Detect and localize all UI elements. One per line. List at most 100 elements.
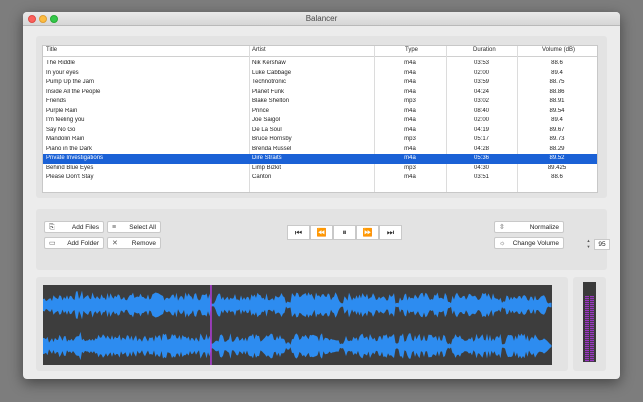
cell-volume: 88.6 [551, 174, 563, 180]
add-files-icon: ⎘ [49, 224, 55, 231]
select-all-label: Select All [129, 224, 156, 231]
meter-segment [590, 300, 594, 302]
column-header-volume[interactable]: Volume (dB) [542, 47, 575, 53]
skip-to-end-icon: ⏭ [386, 228, 395, 237]
cell-type: mp3 [404, 98, 416, 104]
cell-artist: Brenda Russel [252, 145, 292, 152]
cell-artist: Canton [252, 174, 272, 180]
table-row[interactable]: Say No Go De La Soul m4a 04:19 89.67 [43, 126, 597, 136]
meter-segment [590, 298, 594, 300]
change-volume-button[interactable]: ☼ Change Volume [494, 237, 564, 249]
column-header-duration[interactable]: Duration [473, 47, 496, 53]
cell-duration: 04:28 [473, 145, 489, 152]
normalize-icon: ⇳ [499, 224, 505, 231]
cell-type: mp3 [404, 164, 416, 171]
cell-type: m4a [404, 117, 416, 123]
table-row[interactable]: I'm feeling you Joe Saigol m4a 02:00 89.4 [43, 116, 597, 126]
table-row[interactable]: The Riddle Nik Kershaw m4a 03:53 88.6 [43, 59, 597, 69]
meter-segment [590, 332, 594, 334]
meter-segment [585, 304, 589, 306]
cell-duration: 02:00 [473, 117, 489, 123]
cell-title: The Riddle [46, 60, 76, 66]
table-row[interactable]: Piano in the Dark Brenda Russel m4a 04:28 88… [43, 145, 597, 155]
table-row[interactable]: Please Don't Stay Canton m4a 03:51 88.6 [43, 173, 597, 183]
table-row[interactable]: In your eyes Luke Cabbage m4a 02:00 89.4 [43, 69, 597, 79]
cell-title: Private Investigations [46, 155, 104, 161]
table-row[interactable]: Pump Up the Jam Technotronic m4a 03:59 88.75 [43, 78, 597, 88]
cell-type: m4a [404, 69, 416, 76]
pause-button[interactable]: ⏸ [333, 225, 356, 240]
sun-icon: ☼ [499, 240, 506, 247]
normalize-button[interactable]: ⇳ Normalize [494, 221, 564, 233]
skip-to-end-button[interactable]: ⏭ [379, 225, 402, 240]
cell-artist: Dire Straits [252, 155, 282, 161]
add-folder-button[interactable]: ▭ Add Folder [44, 237, 104, 249]
meter-segment [590, 322, 594, 324]
cell-title: Behind Blue Eyes [46, 164, 94, 171]
meter-segment [585, 320, 589, 322]
cell-volume: 88.75 [549, 79, 565, 85]
cell-type: m4a [404, 88, 416, 95]
window-title: Balancer [305, 14, 338, 23]
meter-segment [590, 356, 594, 358]
select-all-button[interactable]: ≡ Select All [107, 221, 161, 233]
meter-segment [590, 314, 594, 316]
cell-duration: 02:00 [473, 69, 489, 76]
cell-duration: 05:36 [473, 155, 489, 161]
level-meter-panel [573, 277, 606, 371]
volume-value-field[interactable]: 95 [594, 239, 610, 250]
column-header-artist[interactable]: Artist [252, 47, 266, 53]
table-header: Title Artist Type Duration Volume (dB) [43, 46, 597, 57]
meter-segment [585, 310, 589, 312]
title-bar: Balancer [23, 12, 620, 26]
fast-forward-button[interactable]: ⏩ [356, 225, 379, 240]
add-files-button[interactable]: ⎘ Add Files [44, 221, 104, 233]
add-folder-label: Add Folder [67, 240, 99, 247]
skip-to-start-button[interactable]: ⏮ [287, 225, 310, 240]
cell-title: Purple Rain [46, 107, 78, 114]
meter-segment [585, 350, 589, 352]
meter-segment [585, 326, 589, 328]
meter-segment [585, 344, 589, 346]
meter-segment [590, 350, 594, 352]
table-row[interactable]: Friends Blake Shelton mp3 03:02 88.91 [43, 97, 597, 107]
remove-button[interactable]: ✕ Remove [107, 237, 161, 249]
normalize-label: Normalize [529, 224, 559, 231]
meter-segment [585, 346, 589, 348]
cell-title: Friends [46, 98, 67, 104]
cell-artist: Nik Kershaw [252, 60, 286, 66]
cell-duration: 03:53 [473, 60, 489, 66]
cell-duration: 08:40 [473, 107, 489, 114]
meter-segment [590, 306, 594, 308]
meter-segment [585, 352, 589, 354]
meter-segment [590, 320, 594, 322]
table-row[interactable]: Mandolin Rain Bruce Hornsby mp3 05:17 89.73 [43, 135, 597, 145]
rewind-button[interactable]: ⏪ [310, 225, 333, 240]
skip-to-start-icon: ⏮ [294, 228, 303, 237]
meter-segment [585, 302, 589, 304]
track-table[interactable]: Title Artist Type Duration Volume (dB) T… [42, 45, 598, 193]
cell-volume: 89.52 [549, 155, 565, 161]
meter-segment [585, 336, 589, 338]
table-row[interactable]: Behind Blue Eyes Limp Bizkit mp3 04:30 89.42… [43, 164, 597, 174]
table-row[interactable]: Private Investigations Dire Straits m4a 05:… [43, 154, 597, 164]
cell-artist: De La Soul [252, 126, 282, 133]
meter-segment [585, 324, 589, 326]
cell-volume: 89.4 [551, 69, 563, 76]
cell-duration: 03:51 [473, 174, 489, 180]
cell-artist: Bruce Hornsby [252, 136, 292, 142]
cell-artist: Limp Bizkit [252, 164, 282, 171]
waveform-display[interactable] [43, 285, 552, 365]
table-row[interactable]: Inside All the People Planet Funk m4a 04:24… [43, 88, 597, 98]
meter-segment [590, 336, 594, 338]
meter-segment [590, 360, 594, 362]
meter-segment [585, 300, 589, 302]
meter-segment [585, 356, 589, 358]
table-row[interactable]: Purple Rain Prince m4a 08:40 89.54 [43, 107, 597, 117]
meter-segment [585, 342, 589, 344]
meter-segment [585, 332, 589, 334]
volume-stepper[interactable]: ▲ ▼ [586, 238, 591, 250]
meter-segment [585, 296, 589, 298]
column-header-type[interactable]: Type [405, 47, 418, 53]
column-header-title[interactable]: Title [46, 47, 57, 53]
